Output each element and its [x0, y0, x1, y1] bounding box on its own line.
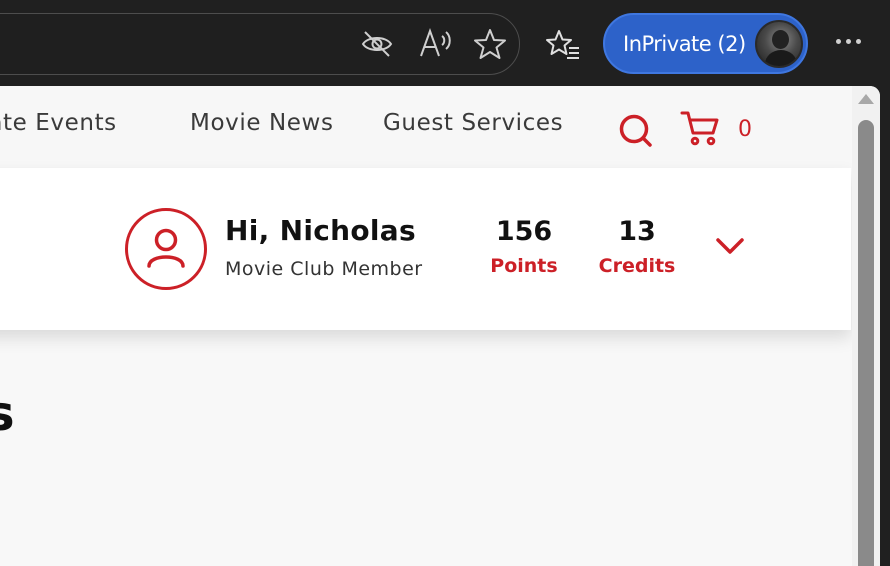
- user-icon[interactable]: [125, 208, 207, 290]
- account-summary: Hi, Nicholas Movie Club Member 156 Point…: [0, 168, 851, 330]
- nav-item-guest-services[interactable]: Guest Services: [383, 110, 563, 136]
- cart-count: 0: [738, 117, 752, 142]
- points-stat[interactable]: 156 Points: [464, 216, 584, 277]
- credits-stat[interactable]: 13 Credits: [577, 216, 697, 277]
- browser-toolbar: InPrivate (2): [0, 0, 890, 86]
- nav-item-private-events[interactable]: Private Events: [0, 110, 117, 136]
- section-heading: s: [0, 386, 15, 442]
- favorite-star-icon[interactable]: [470, 24, 510, 64]
- read-aloud-icon[interactable]: [417, 24, 455, 62]
- points-label: Points: [490, 255, 558, 277]
- vertical-scrollbar[interactable]: [852, 86, 880, 566]
- scroll-up-arrow-icon[interactable]: [858, 94, 874, 104]
- tracking-hidden-icon[interactable]: [358, 26, 396, 62]
- inprivate-button[interactable]: InPrivate (2): [603, 13, 808, 74]
- favorites-list-icon[interactable]: [542, 24, 584, 64]
- nav-item-movie-news[interactable]: Movie News: [190, 110, 334, 136]
- credits-value: 13: [618, 216, 656, 247]
- membership-tier: Movie Club Member: [225, 258, 423, 280]
- site-nav: Private Events Movie News Guest Services…: [0, 86, 860, 168]
- user-greeting: Hi, Nicholas: [225, 214, 416, 247]
- more-icon[interactable]: [836, 30, 864, 54]
- browser-window: InPrivate (2) Private Events Movie News …: [0, 0, 890, 566]
- search-icon[interactable]: [618, 113, 656, 149]
- credits-label: Credits: [598, 255, 676, 277]
- profile-avatar: [755, 20, 803, 68]
- inprivate-label: InPrivate (2): [623, 32, 746, 56]
- window-frame: [880, 86, 890, 566]
- points-value: 156: [495, 216, 553, 247]
- scrollbar-thumb[interactable]: [858, 120, 874, 566]
- chevron-down-icon[interactable]: [713, 234, 747, 258]
- cart-icon[interactable]: [680, 110, 720, 146]
- page-viewport: Private Events Movie News Guest Services…: [0, 86, 880, 566]
